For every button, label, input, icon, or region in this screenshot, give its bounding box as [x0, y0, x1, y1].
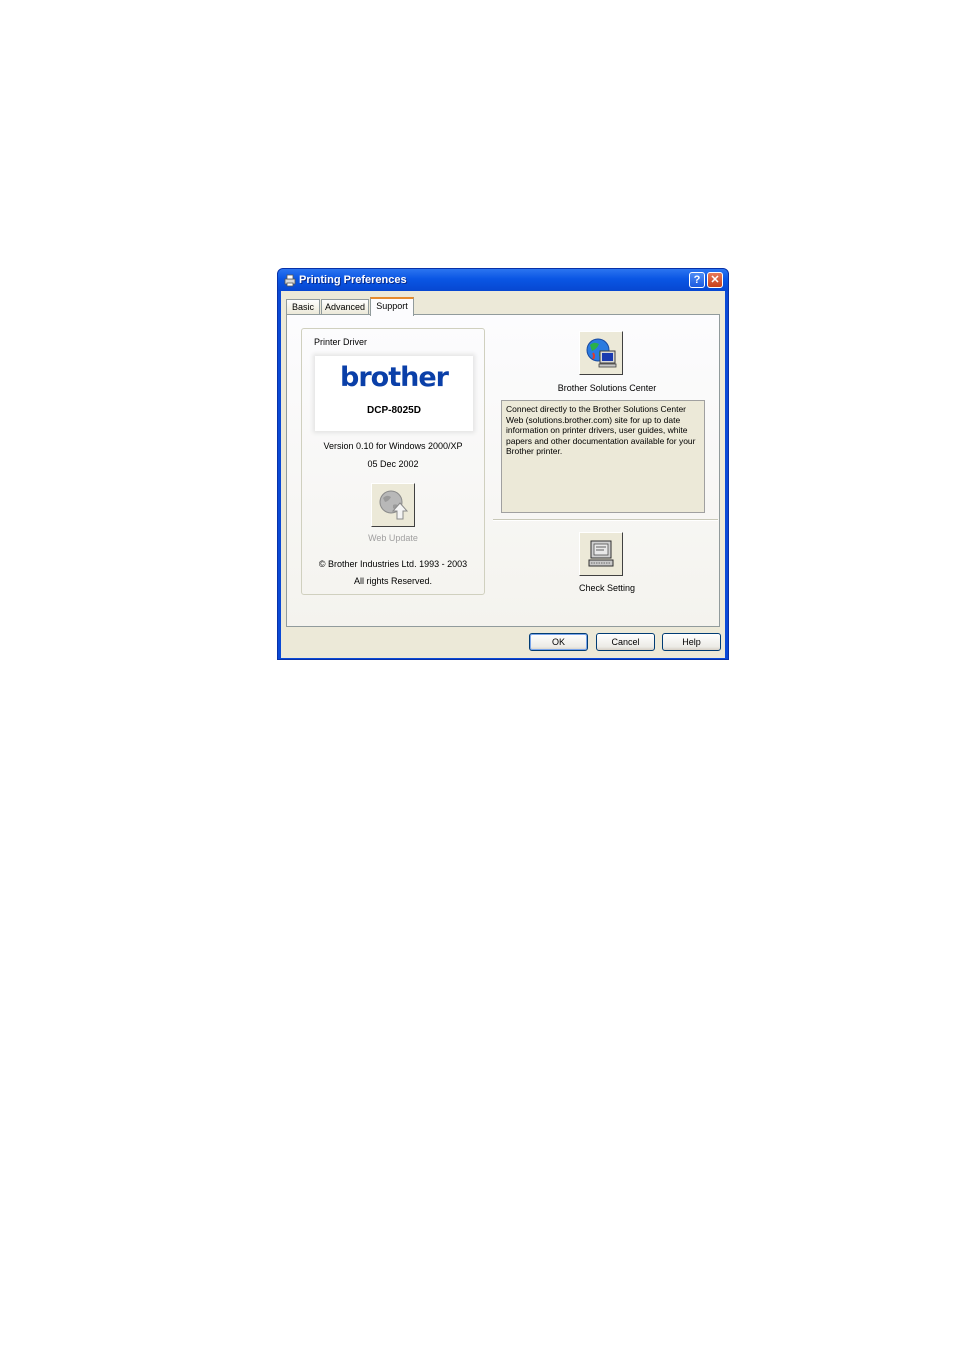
ok-button[interactable]: OK [529, 633, 588, 651]
model-name: DCP-8025D [367, 405, 421, 416]
check-setting-button[interactable] [579, 532, 623, 576]
printer-driver-label: Printer Driver [314, 337, 368, 347]
logo-text: brother [340, 362, 449, 393]
computer-icon [588, 540, 614, 567]
printer-driver-group: Printer Driver brother DCP-8025D Version… [301, 328, 485, 595]
solutions-description: Connect directly to the Brother Solution… [501, 400, 705, 513]
printing-preferences-window: Printing Preferences ? ✕ Basic Advanced … [277, 268, 729, 660]
web-update-icon [379, 490, 409, 520]
tab-basic[interactable]: Basic [286, 299, 320, 314]
rights-text: All rights Reserved. [353, 576, 433, 586]
web-update-label: Web Update [368, 533, 418, 543]
printer-icon [284, 274, 296, 287]
dialog-client: Basic Advanced Support Printer Driver br… [281, 291, 725, 658]
cancel-button[interactable]: Cancel [596, 633, 655, 651]
section-divider [493, 519, 718, 521]
check-setting-label[interactable]: Check Setting [493, 583, 721, 593]
solutions-center-button[interactable] [579, 331, 623, 375]
globe-computer-icon [586, 338, 617, 368]
version-text: Version 0.10 for Windows 2000/XP [323, 441, 463, 451]
copyright-text: © Brother Industries Ltd. 1993 - 2003 [318, 559, 468, 569]
window-title: Printing Preferences [299, 274, 407, 286]
support-right-area: Brother Solutions Center Connect directl… [493, 315, 721, 628]
date-text: 05 Dec 2002 [367, 459, 419, 469]
tab-support[interactable]: Support [370, 297, 414, 316]
title-help-button[interactable]: ? [689, 272, 705, 288]
title-bar[interactable]: Printing Preferences ? ✕ [278, 269, 728, 291]
tab-advanced[interactable]: Advanced [321, 299, 369, 314]
solutions-center-label[interactable]: Brother Solutions Center [493, 383, 721, 393]
brother-logo: brother DCP-8025D [315, 356, 473, 431]
support-tab-panel: Printer Driver brother DCP-8025D Version… [286, 314, 720, 627]
title-close-button[interactable]: ✕ [707, 272, 723, 288]
help-button[interactable]: Help [662, 633, 721, 651]
web-update-button[interactable] [371, 483, 415, 527]
